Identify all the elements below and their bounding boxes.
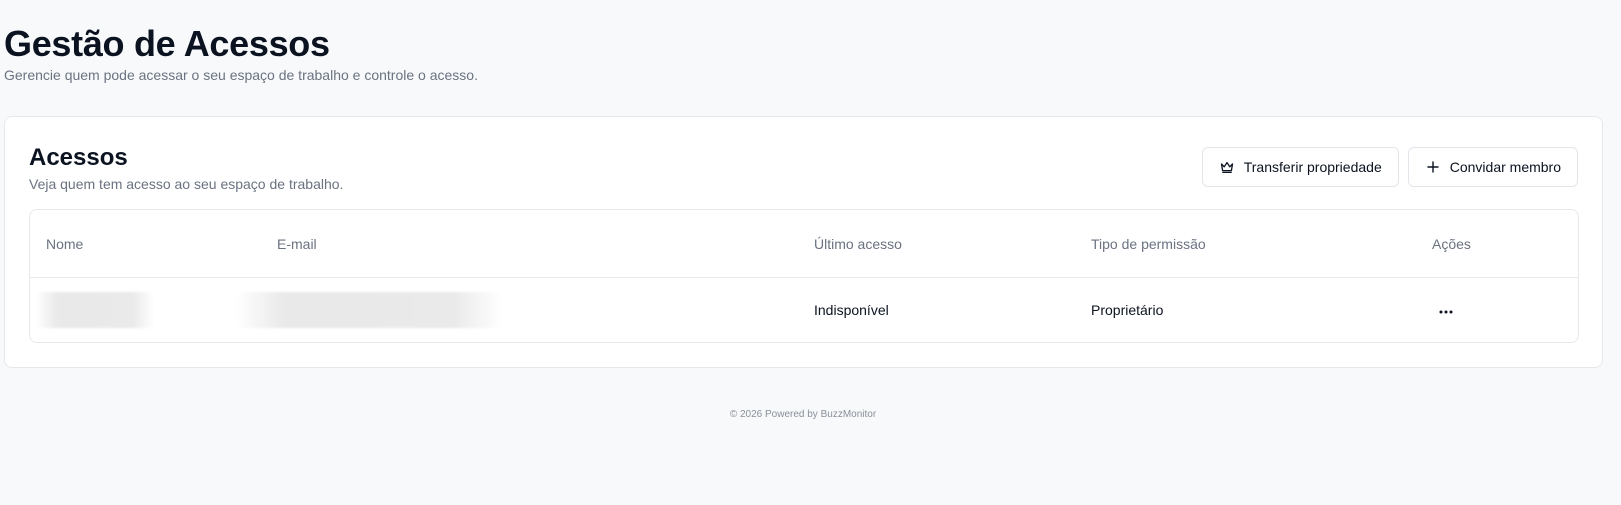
permission-cell: Proprietário	[1091, 302, 1164, 318]
card-title: Acessos	[29, 144, 128, 171]
page-header: Gestão de Acessos Gerencie quem pode ace…	[4, 22, 478, 84]
column-header-last-access: Último acesso	[814, 236, 902, 252]
table-row: Indisponível Proprietário	[30, 278, 1578, 342]
last-access-cell: Indisponível	[814, 302, 889, 318]
invite-member-button[interactable]: Convidar membro	[1407, 147, 1578, 187]
page-subtitle: Gerencie quem pode acessar o seu espaço …	[4, 67, 478, 83]
access-card: Acessos Veja quem tem acesso ao seu espa…	[4, 116, 1603, 368]
transfer-ownership-button[interactable]: Transferir propriedade	[1201, 147, 1399, 187]
crown-icon	[1219, 159, 1235, 175]
redacted-email	[236, 292, 502, 328]
table-header-row: Nome E-mail Último acesso Tipo de permis…	[30, 210, 1578, 278]
card-subtitle: Veja quem tem acesso ao seu espaço de tr…	[29, 176, 344, 192]
transfer-ownership-label: Transferir propriedade	[1243, 159, 1382, 175]
page-title: Gestão de Acessos	[4, 23, 330, 64]
plus-icon	[1425, 159, 1441, 175]
redacted-name	[36, 292, 154, 328]
footer: © 2026 Powered by BuzzMonitor	[729, 409, 877, 420]
card-actions: Transferir propriedade Convidar membro	[1201, 147, 1578, 187]
access-table: Nome E-mail Último acesso Tipo de permis…	[29, 209, 1579, 343]
invite-member-label: Convidar membro	[1449, 159, 1561, 175]
row-actions-button[interactable]	[1432, 300, 1460, 320]
column-header-email: E-mail	[277, 236, 317, 252]
column-header-permission: Tipo de permissão	[1091, 236, 1206, 252]
card-header: Acessos Veja quem tem acesso ao seu espa…	[29, 143, 343, 193]
column-header-actions: Ações	[1432, 236, 1471, 252]
column-header-name: Nome	[46, 236, 84, 252]
access-management-page: Gestão de Acessos Gerencie quem pode ace…	[0, 0, 1621, 505]
more-horizontal-icon	[1439, 301, 1453, 319]
